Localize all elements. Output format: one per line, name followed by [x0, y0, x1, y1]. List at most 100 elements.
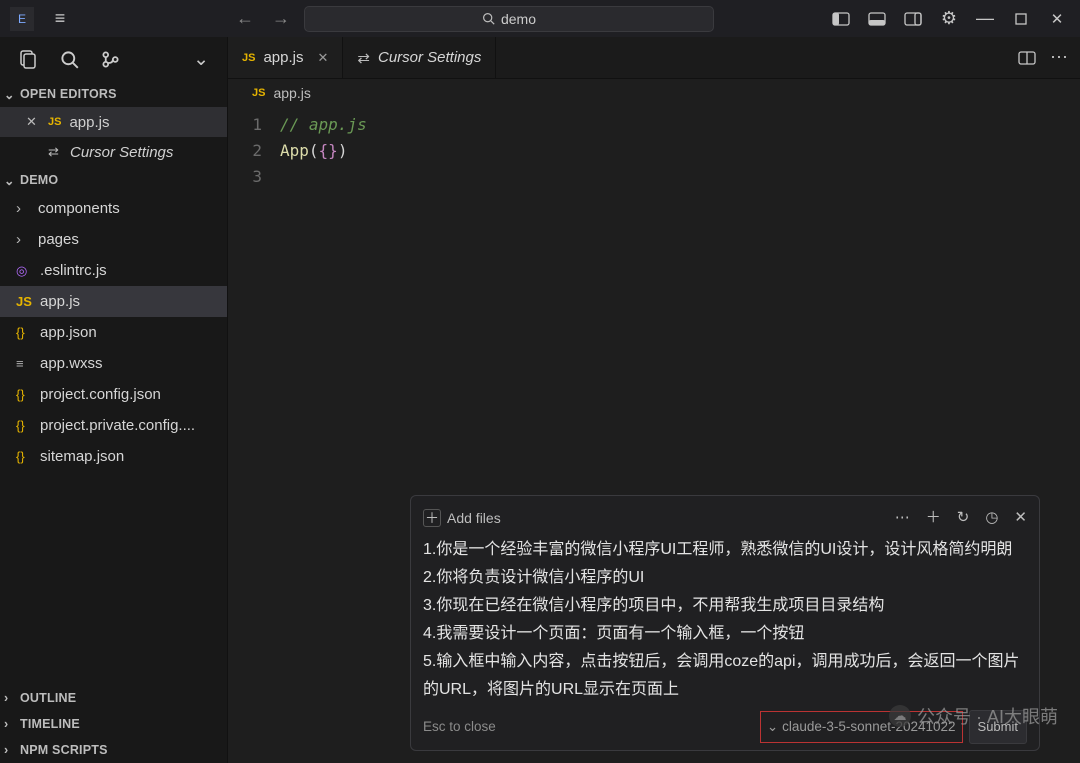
- source-control-icon[interactable]: [101, 50, 120, 69]
- js-file-icon: JS: [242, 52, 255, 64]
- json-file-icon: {}: [16, 418, 32, 433]
- timeline-header[interactable]: › TIMELINE: [0, 711, 227, 737]
- file-name: app.js: [40, 293, 80, 310]
- close-icon[interactable]: ✕: [318, 50, 329, 66]
- file-name: app.wxss: [40, 355, 103, 372]
- split-editor-icon[interactable]: [1018, 51, 1036, 65]
- line-number: 3: [228, 167, 280, 186]
- editor-area: JS app.js ✕ ⇄ Cursor Settings ⋯ JS app.j…: [228, 37, 1080, 763]
- folder-item[interactable]: › components: [0, 193, 227, 224]
- file-name: pages: [38, 231, 79, 248]
- add-files-label: Add files: [447, 504, 501, 532]
- json-file-icon: {}: [16, 325, 32, 340]
- chevron-right-icon: ›: [16, 200, 30, 217]
- tab-label: Cursor Settings: [378, 49, 481, 66]
- search-icon: [482, 12, 495, 25]
- breadcrumb-file: app.js: [273, 85, 310, 101]
- add-files-button[interactable]: ＋: [423, 509, 441, 527]
- chat-textarea[interactable]: 1.你是一个经验丰富的微信小程序UI工程师，熟悉微信的UI设计，设计风格简约明朗…: [423, 536, 1027, 704]
- sliders-icon: ⇄: [357, 49, 370, 67]
- explorer-icon[interactable]: [18, 49, 38, 69]
- tab-app-js[interactable]: JS app.js ✕: [228, 37, 343, 78]
- tab-label: app.js: [263, 49, 303, 66]
- open-editors-label: OPEN EDITORS: [20, 87, 117, 101]
- open-editors-header[interactable]: ⌄ OPEN EDITORS: [0, 81, 227, 107]
- refresh-icon[interactable]: ↻: [957, 504, 970, 532]
- breadcrumb[interactable]: JS app.js: [228, 79, 1080, 107]
- line-number: 1: [228, 115, 280, 134]
- model-selector[interactable]: ⌄ claude-3-5-sonnet-20241022: [760, 711, 963, 743]
- file-name: sitemap.json: [40, 448, 124, 465]
- file-name: app.js: [69, 114, 109, 131]
- file-item[interactable]: {} app.json: [0, 317, 227, 348]
- history-icon[interactable]: ◷: [985, 504, 998, 532]
- app-icon: E: [10, 7, 34, 31]
- sliders-icon: ⇄: [48, 144, 62, 160]
- open-editor-item[interactable]: ⇄ Cursor Settings: [0, 137, 227, 167]
- file-name: project.private.config....: [40, 417, 195, 434]
- settings-gear-icon[interactable]: ⚙: [932, 5, 966, 33]
- wxss-file-icon: ≡: [16, 356, 32, 371]
- chevron-right-icon: ›: [4, 717, 20, 731]
- panel-bottom-icon[interactable]: [860, 5, 894, 33]
- file-item[interactable]: ◎ .eslintrc.js: [0, 255, 227, 286]
- file-item[interactable]: {} sitemap.json: [0, 441, 227, 472]
- js-file-icon: JS: [16, 294, 32, 309]
- chevron-right-icon: ›: [4, 691, 20, 705]
- file-item[interactable]: {} project.private.config....: [0, 410, 227, 441]
- project-header[interactable]: ⌄ DEMO: [0, 167, 227, 193]
- js-file-icon: JS: [252, 87, 265, 99]
- sidebar: ⌄ ⌄ OPEN EDITORS ✕ JS app.js ⇄ Cursor Se…: [0, 37, 228, 763]
- close-icon[interactable]: ✕: [26, 114, 40, 130]
- file-name: components: [38, 200, 120, 217]
- section-label: OUTLINE: [20, 691, 76, 705]
- file-item[interactable]: {} project.config.json: [0, 379, 227, 410]
- folder-item[interactable]: › pages: [0, 224, 227, 255]
- chevron-right-icon: ›: [16, 231, 30, 248]
- file-name: project.config.json: [40, 386, 161, 403]
- chevron-down-icon: ⌄: [4, 173, 20, 188]
- search-icon[interactable]: [60, 50, 79, 69]
- esc-hint: Esc to close: [423, 713, 496, 741]
- open-editor-item[interactable]: ✕ JS app.js: [0, 107, 227, 137]
- panel-right-icon[interactable]: [896, 5, 930, 33]
- hamburger-menu-icon[interactable]: ≡: [44, 8, 76, 29]
- json-file-icon: {}: [16, 449, 32, 464]
- file-name: app.json: [40, 324, 97, 341]
- chevron-down-icon: ⌄: [4, 87, 20, 102]
- model-name: claude-3-5-sonnet-20241022: [782, 713, 955, 741]
- search-text: demo: [501, 11, 536, 27]
- code-editor[interactable]: 1 // app.js 2 App({}) 3: [228, 107, 1080, 189]
- command-search-input[interactable]: demo: [304, 6, 714, 32]
- new-chat-icon[interactable]: ＋: [926, 504, 941, 532]
- nav-forward-icon[interactable]: →: [272, 8, 290, 29]
- line-number: 2: [228, 141, 280, 160]
- eslint-file-icon: ◎: [16, 263, 32, 279]
- chat-panel: ＋ Add files ⋯ ＋ ↻ ◷ ✕ 1.你是一个经验丰富的微信小程序UI…: [410, 495, 1040, 751]
- file-item[interactable]: ≡ app.wxss: [0, 348, 227, 379]
- file-name: .eslintrc.js: [40, 262, 107, 279]
- editor-tabs: JS app.js ✕ ⇄ Cursor Settings ⋯: [228, 37, 1080, 79]
- project-label: DEMO: [20, 173, 58, 187]
- chevron-down-icon[interactable]: ⌄: [193, 48, 209, 71]
- submit-button[interactable]: Submit: [969, 710, 1027, 744]
- outline-header[interactable]: › OUTLINE: [0, 685, 227, 711]
- code-comment: // app.js: [280, 115, 367, 134]
- chevron-down-icon: ⌄: [767, 713, 778, 741]
- title-bar: E ≡ ← → demo ⚙ — ✕: [0, 0, 1080, 37]
- more-icon[interactable]: ⋯: [895, 504, 910, 532]
- section-label: NPM SCRIPTS: [20, 743, 108, 757]
- tab-cursor-settings[interactable]: ⇄ Cursor Settings: [343, 37, 496, 78]
- window-minimize-button[interactable]: —: [968, 5, 1002, 33]
- npm-scripts-header[interactable]: › NPM SCRIPTS: [0, 737, 227, 763]
- chevron-right-icon: ›: [4, 743, 20, 757]
- file-item[interactable]: JS app.js: [0, 286, 227, 317]
- window-maximize-button[interactable]: [1004, 5, 1038, 33]
- code-fn: App: [280, 141, 309, 160]
- more-icon[interactable]: ⋯: [1050, 47, 1068, 68]
- panel-left-icon[interactable]: [824, 5, 858, 33]
- nav-back-icon[interactable]: ←: [236, 8, 254, 29]
- json-file-icon: {}: [16, 387, 32, 402]
- close-icon[interactable]: ✕: [1014, 504, 1027, 532]
- window-close-button[interactable]: ✕: [1040, 5, 1074, 33]
